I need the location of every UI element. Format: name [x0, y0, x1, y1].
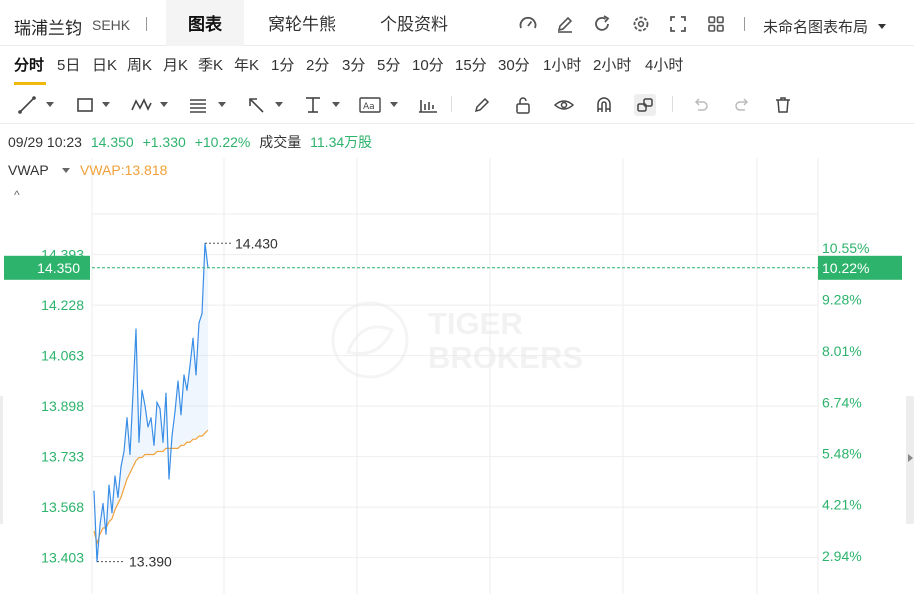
low-price-label: 13.390: [129, 554, 172, 570]
chevron-right-icon: [908, 454, 913, 462]
price-area-fill: [94, 243, 208, 562]
price-point: [99, 524, 101, 526]
left-tick-label: 13.898: [41, 398, 84, 414]
price-point: [201, 313, 203, 315]
indicator-name[interactable]: VWAP: [8, 162, 49, 178]
price-point: [147, 426, 149, 428]
price-point: [120, 466, 122, 468]
price-point: [141, 389, 143, 391]
chevron-down-icon[interactable]: [62, 168, 70, 173]
left-tick-label: 13.568: [41, 499, 84, 515]
price-point: [132, 392, 134, 394]
watermark-line-2: BROKERS: [428, 340, 583, 375]
right-tick-label: 8.01%: [822, 343, 862, 359]
right-tick-label: 10.55%: [822, 240, 869, 256]
left-tick-label: 14.228: [41, 297, 84, 313]
left-tick-label: 13.733: [41, 449, 84, 465]
price-point: [180, 414, 182, 416]
right-tick-label: 5.48%: [822, 445, 862, 461]
current-pct-label: 10.22%: [822, 260, 869, 276]
right-tick-label: 6.74%: [822, 394, 862, 410]
price-point: [102, 502, 104, 505]
price-point: [126, 417, 128, 419]
price-point: [114, 475, 116, 477]
price-point: [153, 444, 155, 446]
price-point: [162, 441, 164, 443]
price-point: [198, 322, 200, 324]
price-point: [123, 450, 125, 453]
price-point: [195, 374, 197, 376]
price-point: [159, 407, 161, 410]
price-point: [93, 490, 95, 492]
price-point: [108, 484, 110, 486]
price-point: [156, 401, 158, 404]
right-tick-label: 4.21%: [822, 497, 862, 513]
left-scroll-strip: [0, 396, 3, 524]
side-panel-toggle[interactable]: [906, 396, 914, 524]
price-point: [138, 441, 140, 443]
price-point: [117, 496, 119, 498]
intraday-chart[interactable]: TIGER BROKERS 14.39314.22814.06313.89813…: [0, 0, 914, 594]
right-tick-label: 9.28%: [822, 292, 862, 308]
price-point: [165, 392, 167, 394]
price-point: [174, 411, 176, 413]
right-tick-label: 2.94%: [822, 548, 862, 564]
price-point: [150, 417, 152, 419]
current-price-label: 14.350: [37, 260, 80, 276]
high-price-label: 14.430: [235, 235, 278, 251]
watermark-line-1: TIGER: [428, 306, 523, 341]
price-point: [171, 435, 173, 437]
price-point: [144, 404, 146, 407]
left-tick-label: 13.403: [41, 550, 84, 566]
left-price-axis: 14.39314.22814.06313.89813.73313.56813.4…: [41, 247, 84, 566]
price-point: [189, 365, 191, 367]
price-point: [186, 389, 188, 391]
price-point: [177, 380, 179, 382]
price-point: [129, 453, 131, 456]
right-percent-axis: 10.55% 9.28% 8.01% 6.74% 5.48% 4.21% 2.94%: [822, 240, 869, 564]
price-point: [192, 337, 194, 339]
price-point: [105, 533, 107, 535]
watermark: TIGER BROKERS: [331, 301, 583, 379]
left-tick-label: 14.063: [41, 348, 84, 364]
price-point: [168, 478, 170, 480]
vwap-value: VWAP:13.818: [80, 162, 168, 178]
price-point: [183, 374, 185, 376]
price-point: [111, 512, 113, 514]
collapse-icon[interactable]: ^: [14, 188, 20, 202]
price-point: [135, 328, 137, 330]
